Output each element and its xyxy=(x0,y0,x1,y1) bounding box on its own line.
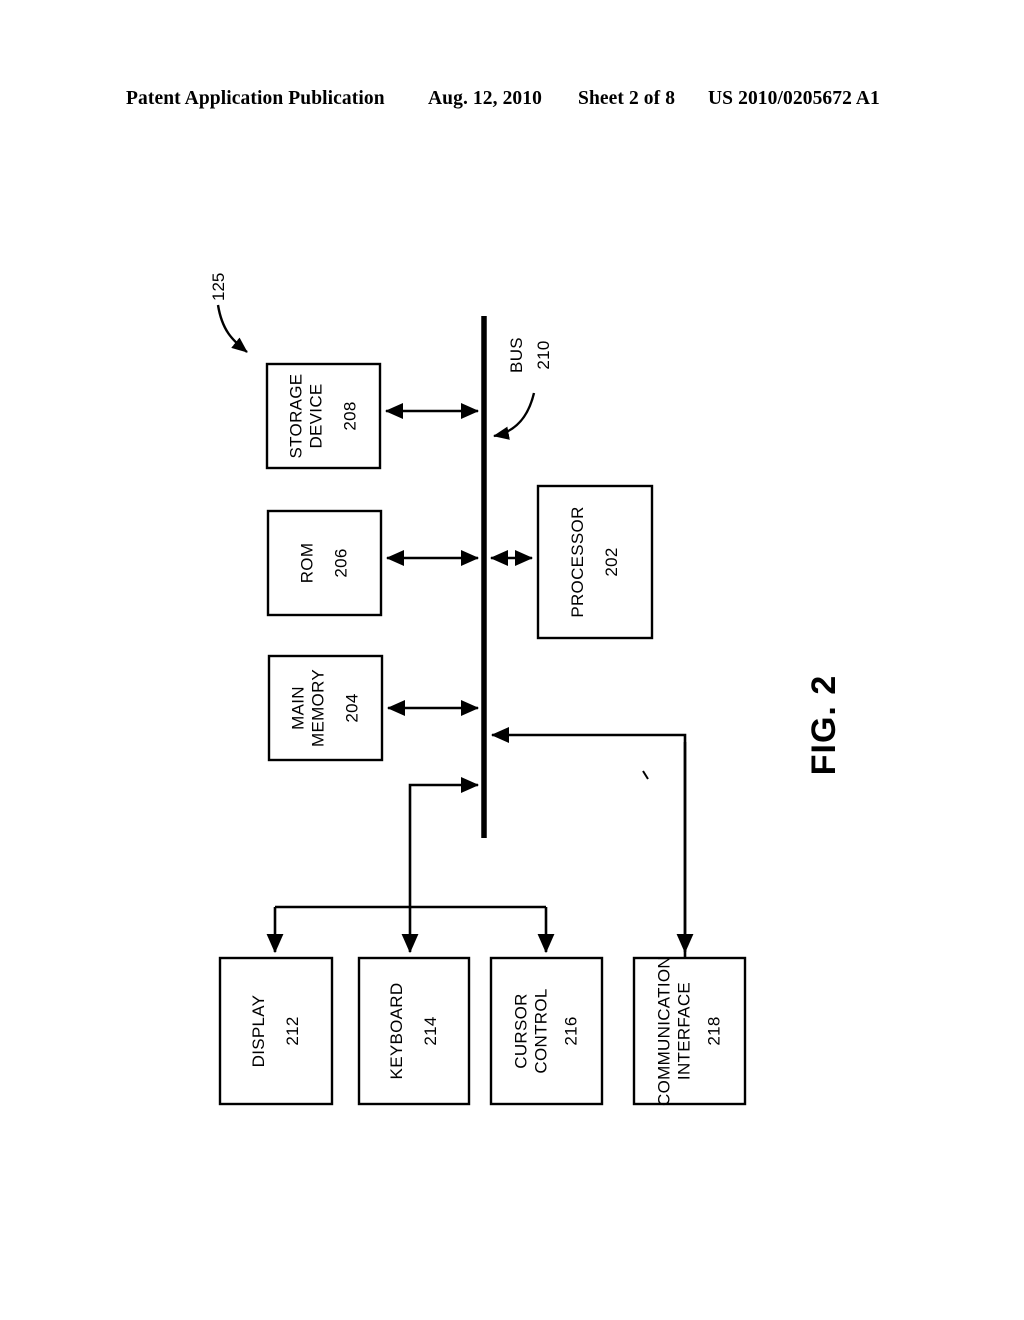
block-communication-interface xyxy=(632,956,747,1106)
block-cursor-control xyxy=(489,956,604,1106)
block-keyboard xyxy=(357,956,471,1106)
leader-line-system-125 xyxy=(216,304,248,353)
block-rom xyxy=(266,509,383,617)
bus-label-number: 210 xyxy=(534,340,553,370)
bus-label-title: BUS xyxy=(507,337,526,373)
block-main-memory xyxy=(267,654,384,762)
block-storage-device xyxy=(265,362,382,470)
figure-label: FIG. 2 xyxy=(805,674,843,776)
system-reference-numeral: 125 xyxy=(209,272,228,301)
leader-line-bus-210 xyxy=(493,392,536,440)
connector-bus-to-io-fanout xyxy=(408,776,480,907)
connector-communication-interface-to-bus xyxy=(490,726,687,958)
block-display xyxy=(218,956,334,1106)
scan-artifact-speck xyxy=(642,770,649,780)
diagram-vector-layer xyxy=(216,304,747,1106)
figure-2-block-diagram: 125 BUS 210 FIG. 2 STORAGE DEVICE 208 RO… xyxy=(0,0,1024,1320)
block-processor xyxy=(536,484,654,640)
